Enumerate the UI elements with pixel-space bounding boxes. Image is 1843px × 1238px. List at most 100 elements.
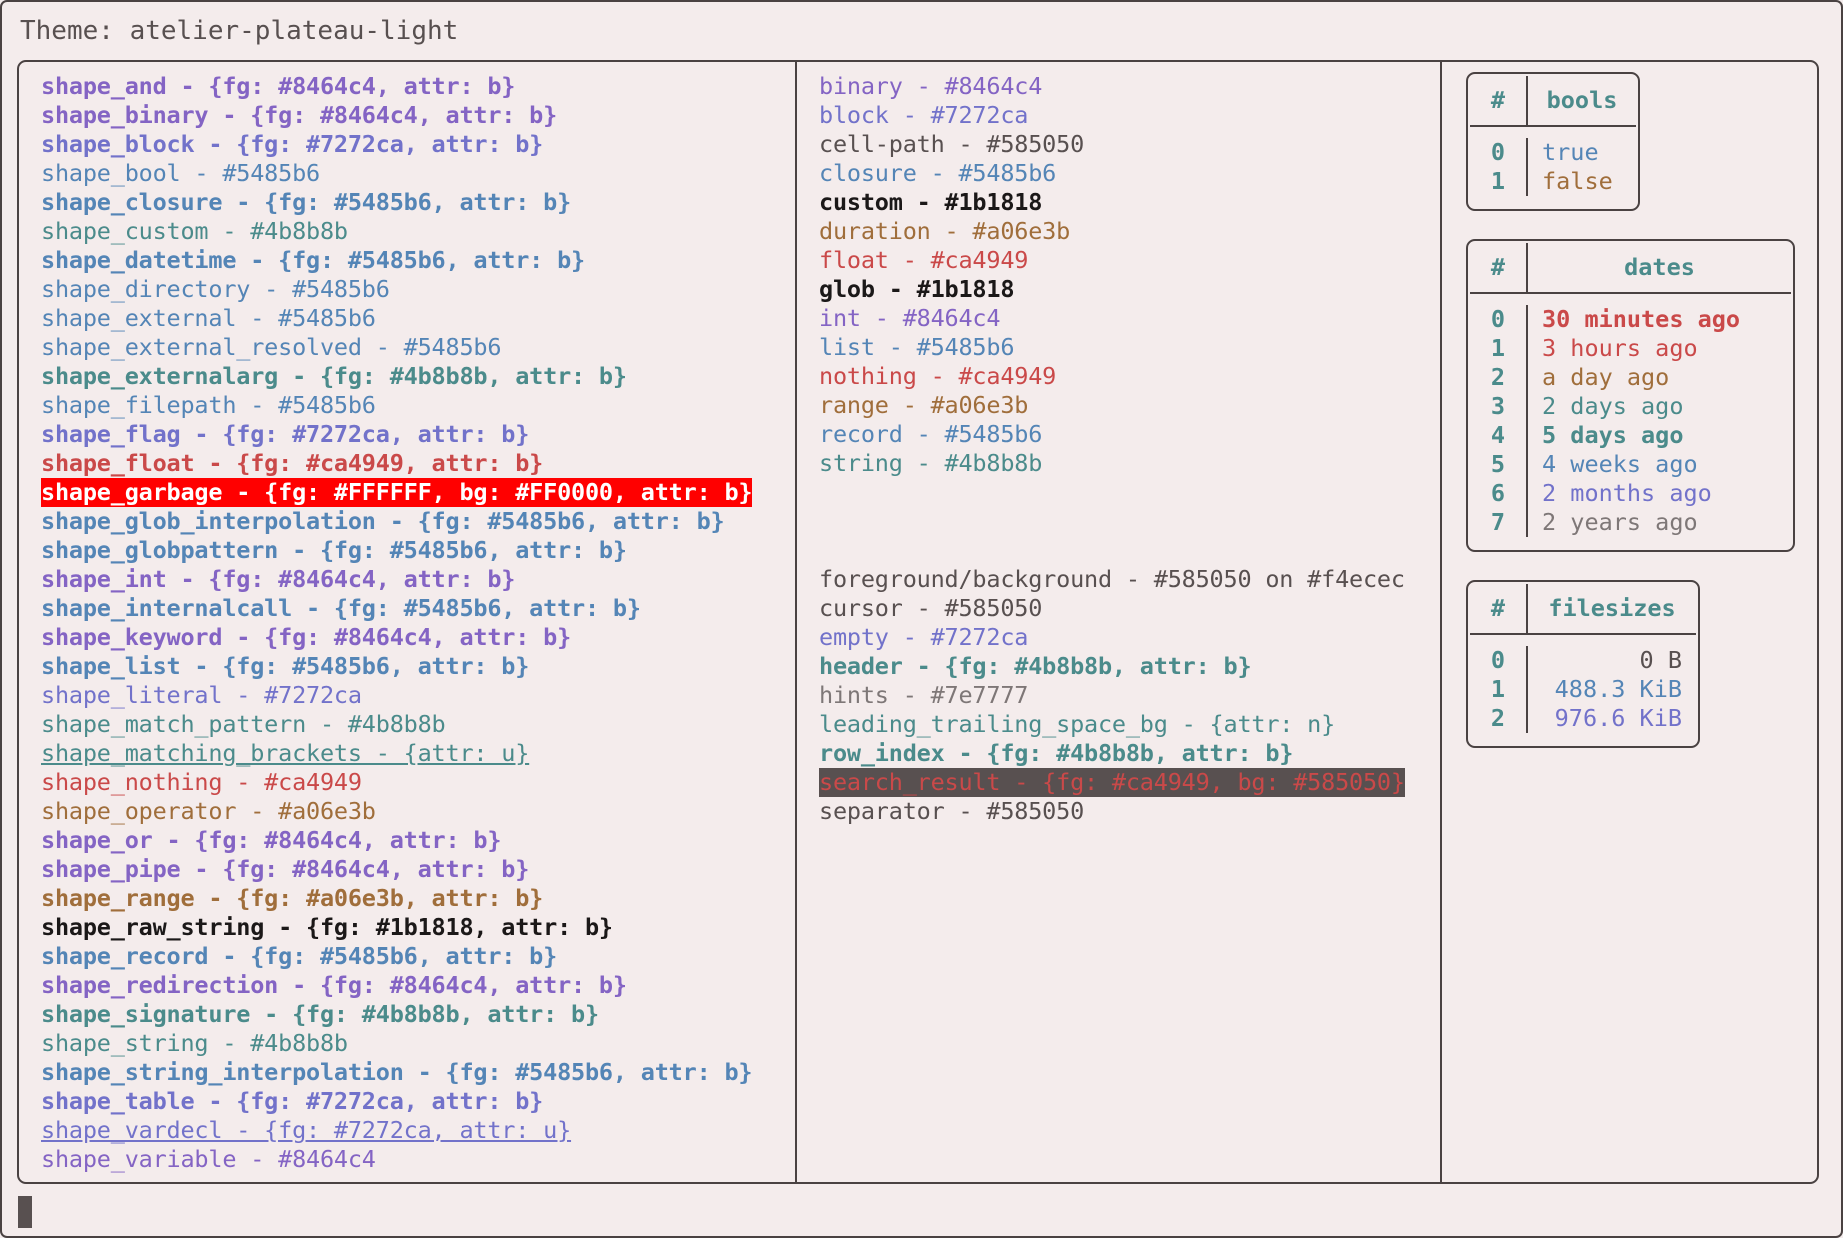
shape-entry: shape_string_interpolation - {fg: #5485b… — [41, 1058, 753, 1086]
type-entry: nothing - #ca4949 — [819, 362, 1057, 390]
type-entry: custom - #1b1818 — [819, 188, 1043, 216]
row-value-cell: 0 B — [1639, 646, 1682, 674]
row-value-cell: 3 hours ago — [1542, 334, 1698, 362]
theme-preview-panel: shape_and - {fg: #8464c4, attr: b} shape_… — [17, 60, 1819, 1184]
row-index-cell: 1 — [1470, 334, 1528, 363]
filesizes-row: 1 488.3 KiB — [1470, 675, 1696, 704]
terminal-window: Theme: atelier-plateau-light shape_and -… — [0, 0, 1843, 1238]
ui-element-entry: row_index - {fg: #4b8b8b, attr: b} — [819, 739, 1294, 767]
filesizes-table: # filesizes 0 0 B 1 488.3 KiB 2 976.6 KiB — [1466, 580, 1700, 748]
shape-entry: shape_signature - {fg: #4b8b8b, attr: b} — [41, 1000, 599, 1028]
type-entry: block - #7272ca — [819, 101, 1029, 129]
shape-entry: shape_garbage - {fg: #FFFFFF, bg: #FF000… — [41, 478, 753, 507]
shape-entry: shape_variable - #8464c4 — [41, 1145, 376, 1173]
shape-entry: shape_block - {fg: #7272ca, attr: b} — [41, 130, 544, 158]
row-index-cell: 2 — [1470, 704, 1528, 733]
type-entry: binary - #8464c4 — [819, 72, 1043, 100]
shape-entry: shape_match_pattern - #4b8b8b — [41, 710, 446, 738]
row-index-cell: 0 — [1470, 646, 1528, 675]
type-entry: cell-path - #585050 — [819, 130, 1085, 158]
dates-row: 0 30 minutes ago — [1470, 305, 1791, 334]
shape-entry: shape_list - {fg: #5485b6, attr: b} — [41, 652, 530, 680]
shape-entry-wrapper: shape_garbage - {fg: #FFFFFF, bg: #FF000… — [41, 478, 795, 507]
row-index-cell: 0 — [1470, 138, 1528, 167]
shape-entry: shape_custom - #4b8b8b — [41, 217, 348, 245]
shape-entry: shape_vardecl - {fg: #7272ca, attr: u} — [41, 1116, 572, 1144]
type-entry: duration - #a06e3b — [819, 217, 1071, 245]
shape-entry: shape_closure - {fg: #5485b6, attr: b} — [41, 188, 572, 216]
row-index-cell: 5 — [1470, 450, 1528, 479]
type-entry: list - #5485b6 — [819, 333, 1015, 361]
shape-entry: shape_external_resolved - #5485b6 — [41, 333, 502, 361]
type-entry: closure - #5485b6 — [819, 159, 1057, 187]
row-value-cell: 488.3 KiB — [1554, 675, 1682, 703]
ui-element-entry: hints - #7e7777 — [819, 681, 1029, 709]
dates-row: 1 3 hours ago — [1470, 334, 1791, 363]
type-entry: range - #a06e3b — [819, 391, 1029, 419]
sample-tables-column: # bools 0 true 1 false # dates 0 30 minutes ago 1… — [1442, 62, 1817, 1182]
row-index-cell: 3 — [1470, 392, 1528, 421]
cursor-block — [18, 1196, 32, 1228]
dates-row: 2 a day ago — [1470, 363, 1791, 392]
shape-entry: shape_record - {fg: #5485b6, attr: b} — [41, 942, 558, 970]
row-index-cell: 7 — [1470, 508, 1528, 537]
type-entry: int - #8464c4 — [819, 304, 1001, 332]
ui-element-entry: header - {fg: #4b8b8b, attr: b} — [819, 652, 1252, 680]
ui-element-entry: foreground/background - #585050 on #f4ec… — [819, 565, 1405, 593]
shape-entry: shape_or - {fg: #8464c4, attr: b} — [41, 826, 502, 854]
row-value-cell: 2 months ago — [1542, 479, 1712, 507]
row-value-cell: a day ago — [1542, 363, 1670, 391]
row-value-cell: 4 weeks ago — [1542, 450, 1698, 478]
shape-entry: shape_nothing - #ca4949 — [41, 768, 362, 796]
row-value-cell: 5 days ago — [1542, 421, 1684, 449]
row-index-cell: 1 — [1470, 167, 1528, 196]
filesizes-row: 2 976.6 KiB — [1470, 704, 1696, 733]
ui-element-entry: search_result - {fg: #ca4949, bg: #58505… — [819, 768, 1405, 797]
ui-element-entry: cursor - #585050 — [819, 594, 1043, 622]
shape-entry: shape_external - #5485b6 — [41, 304, 376, 332]
dates-row-body: 0 30 minutes ago 1 3 hours ago 2 a day ago 3 2 … — [1470, 294, 1791, 548]
shape-entry: shape_directory - #5485b6 — [41, 275, 390, 303]
shape-entry: shape_matching_brackets - {attr: u} — [41, 739, 530, 767]
shape-entry: shape_table - {fg: #7272ca, attr: b} — [41, 1087, 544, 1115]
dates-row: 4 5 days ago — [1470, 421, 1791, 450]
bools-row: 0 true — [1470, 138, 1636, 167]
column-header-index: # — [1470, 243, 1528, 292]
dates-table: # dates 0 30 minutes ago 1 3 hours ago 2 a day … — [1466, 239, 1795, 552]
row-index-cell: 4 — [1470, 421, 1528, 450]
shape-entry: shape_externalarg - {fg: #4b8b8b, attr: … — [41, 362, 627, 390]
row-value-cell: 2 years ago — [1542, 508, 1698, 536]
dates-row: 7 2 years ago — [1470, 508, 1791, 537]
ui-element-entry-wrapper: search_result - {fg: #ca4949, bg: #58505… — [819, 768, 1440, 797]
shape-entry: shape_glob_interpolation - {fg: #5485b6,… — [41, 507, 725, 535]
types-and-ui-column: binary - #8464c4 block - #7272ca cell-path… — [797, 62, 1442, 1182]
row-index-cell: 1 — [1470, 675, 1528, 704]
shape-entry: shape_raw_string - {fg: #1b1818, attr: b… — [41, 913, 613, 941]
shape-entry: shape_filepath - #5485b6 — [41, 391, 376, 419]
ui-element-entry: leading_trailing_space_bg - {attr: n} — [819, 710, 1336, 738]
shape-entry: shape_redirection - {fg: #8464c4, attr: … — [41, 971, 627, 999]
shape-entry: shape_range - {fg: #a06e3b, attr: b} — [41, 884, 544, 912]
types-group: binary - #8464c4 block - #7272ca cell-path… — [819, 72, 1440, 478]
row-index-cell: 2 — [1470, 363, 1528, 392]
shape-entry: shape_float - {fg: #ca4949, attr: b} — [41, 449, 544, 477]
row-value-cell: 976.6 KiB — [1554, 704, 1682, 732]
column-header-index: # — [1470, 76, 1528, 125]
ui-element-entry: separator - #585050 — [819, 797, 1085, 825]
shape-entry: shape_flag - {fg: #7272ca, attr: b} — [41, 420, 530, 448]
bools-row-body: 0 true 1 false — [1470, 127, 1636, 207]
shape-entry: shape_operator - #a06e3b — [41, 797, 376, 825]
column-spacer — [819, 478, 1440, 565]
column-header-index: # — [1470, 584, 1528, 633]
shapes-column: shape_and - {fg: #8464c4, attr: b} shape_… — [19, 62, 797, 1182]
shape-entry: shape_pipe - {fg: #8464c4, attr: b} — [41, 855, 530, 883]
shape-entry: shape_literal - #7272ca — [41, 681, 362, 709]
bools-row: 1 false — [1470, 167, 1636, 196]
dates-row: 3 2 days ago — [1470, 392, 1791, 421]
shape-entry: shape_int - {fg: #8464c4, attr: b} — [41, 565, 516, 593]
shape-entry: shape_datetime - {fg: #5485b6, attr: b} — [41, 246, 585, 274]
column-header-value: dates — [1624, 253, 1695, 281]
page-title: Theme: atelier-plateau-light — [20, 16, 459, 46]
filesizes-row: 0 0 B — [1470, 646, 1696, 675]
row-value-cell: 2 days ago — [1542, 392, 1684, 420]
